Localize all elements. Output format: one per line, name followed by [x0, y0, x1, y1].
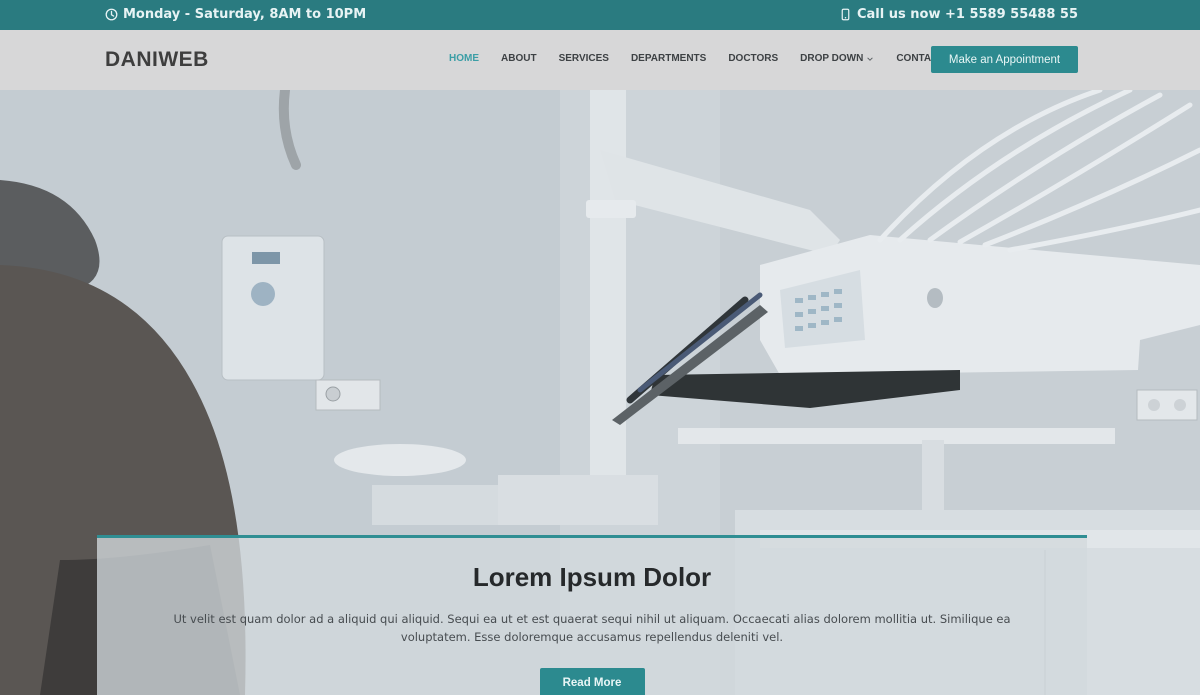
nav-dropdown-label: DROP DOWN	[800, 53, 864, 64]
site-logo[interactable]: DANIWEB	[105, 48, 209, 72]
site-header: DANIWEB HOME ABOUT SERVICES DEPARTMENTS …	[0, 30, 1200, 90]
hero-title: Lorem Ipsum Dolor	[472, 562, 712, 592]
hero-card: Lorem Ipsum Dolor Ut velit est quam dolo…	[97, 535, 1087, 695]
phone-icon	[839, 8, 852, 21]
nav-dropdown[interactable]: DROP DOWN	[800, 53, 874, 64]
hero-section: Lorem Ipsum Dolor Ut velit est quam dolo…	[0, 90, 1200, 695]
nav-doctors[interactable]: DOCTORS	[728, 53, 778, 64]
hours-text: Monday - Saturday, 8AM to 10PM	[123, 7, 367, 22]
read-more-button[interactable]: Read More	[539, 668, 645, 695]
hours-info: Monday - Saturday, 8AM to 10PM	[105, 7, 366, 22]
appointment-button[interactable]: Make an Appointment	[931, 46, 1078, 73]
nav-departments[interactable]: DEPARTMENTS	[631, 53, 706, 64]
top-bar: Monday - Saturday, 8AM to 10PM Call us n…	[0, 0, 1200, 30]
chevron-down-icon	[867, 56, 874, 61]
clock-icon	[105, 8, 118, 21]
phone-text[interactable]: Call us now +1 5589 55488 55	[857, 7, 1078, 22]
main-nav: HOME ABOUT SERVICES DEPARTMENTS DOCTORS …	[449, 53, 966, 64]
nav-about[interactable]: ABOUT	[501, 53, 537, 64]
nav-services[interactable]: SERVICES	[559, 53, 609, 64]
hero-text: Ut velit est quam dolor ad a aliquid qui…	[173, 612, 1011, 644]
nav-home[interactable]: HOME	[449, 53, 479, 64]
phone-info: Call us now +1 5589 55488 55	[839, 7, 1078, 22]
